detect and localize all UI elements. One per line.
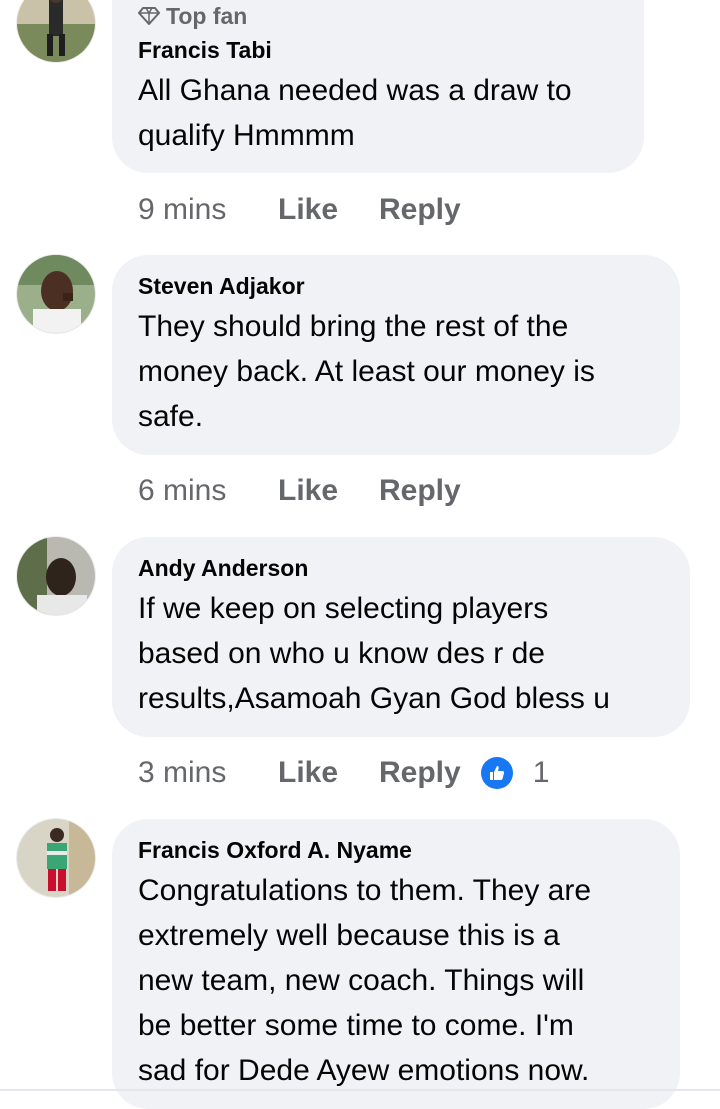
comment-author[interactable]: Francis Oxford A. Nyame (138, 835, 654, 865)
reaction-summary[interactable]: 1 (480, 756, 550, 790)
comment-bubble: Top fan Francis Tabi All Ghana needed wa… (112, 0, 644, 173)
comment-actions: 6 mins Like Reply (138, 471, 461, 511)
comment-author[interactable]: Steven Adjakor (138, 271, 654, 301)
comment-text: All Ghana needed was a draw to qualify H… (138, 74, 572, 152)
avatar[interactable] (17, 537, 95, 615)
comment-timestamp[interactable]: 6 mins (138, 474, 278, 508)
divider (0, 1089, 720, 1091)
like-thumb-icon (480, 757, 513, 789)
comment-text: If we keep on selecting players based on… (138, 592, 610, 715)
reply-button[interactable]: Reply (379, 193, 461, 227)
reply-button[interactable]: Reply (379, 756, 461, 790)
avatar[interactable] (17, 819, 95, 897)
comment-text: They should bring the rest of the money … (138, 310, 595, 433)
diamond-icon (138, 7, 160, 25)
comment-actions: 9 mins Like Reply (138, 190, 461, 230)
like-button[interactable]: Like (278, 193, 379, 227)
reply-button[interactable]: Reply (379, 474, 461, 508)
avatar[interactable] (17, 255, 95, 333)
comment-timestamp[interactable]: 3 mins (138, 756, 278, 790)
avatar[interactable] (17, 0, 95, 62)
like-button[interactable]: Like (278, 474, 379, 508)
like-button[interactable]: Like (278, 756, 379, 790)
comment-bubble: Francis Oxford A. Nyame Congratulations … (112, 819, 680, 1109)
reaction-count: 1 (532, 756, 550, 789)
comment-text: Congratulations to them. They are extrem… (138, 874, 592, 1087)
comment-author[interactable]: Francis Tabi (138, 35, 618, 65)
comment-actions: 3 mins Like Reply 1 (138, 753, 549, 793)
comment-bubble: Steven Adjakor They should bring the res… (112, 255, 680, 455)
comment-bubble: Andy Anderson If we keep on selecting pl… (112, 537, 690, 737)
comment-timestamp[interactable]: 9 mins (138, 193, 278, 227)
comment-author[interactable]: Andy Anderson (138, 553, 664, 583)
top-fan-badge: Top fan (138, 2, 618, 30)
top-fan-label: Top fan (166, 2, 248, 29)
